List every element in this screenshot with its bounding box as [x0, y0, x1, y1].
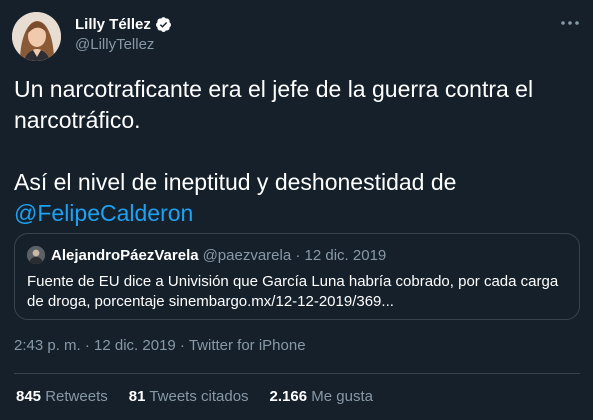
- quoted-author-avatar: [27, 246, 45, 264]
- verified-badge-icon: [155, 16, 172, 33]
- quoted-tweet[interactable]: AlejandroPáezVarela @paezvarela · 12 dic…: [14, 233, 580, 320]
- retweets-label: Retweets: [45, 388, 108, 405]
- quoted-author-name: AlejandroPáezVarela: [51, 246, 199, 264]
- tweet-text-line: Un narcotraficante era el jefe de la gue…: [14, 76, 534, 133]
- tweet-stats: 845 Retweets 81 Tweets citados 2.166 Me …: [16, 388, 394, 405]
- tweet-text-line: Así el nivel de ineptitud y deshonestida…: [14, 169, 457, 195]
- quoted-author-meta: @paezvarela · 12 dic. 2019: [202, 246, 387, 264]
- author-handle[interactable]: @LillyTellez: [75, 36, 154, 53]
- tweet-card: Lilly Téllez @LillyTellez Un narcotrafic…: [0, 0, 593, 420]
- quote-tweets-count: 81: [128, 388, 146, 405]
- quoted-tweet-text: Fuente de EU dice a Univisión que García…: [27, 273, 559, 310]
- retweets-count: 845: [16, 388, 42, 405]
- tweet-timestamp[interactable]: 2:43 p. m. · 12 dic. 2019 · Twitter for …: [14, 337, 306, 354]
- likes-label: Me gusta: [311, 388, 373, 405]
- author-avatar[interactable]: [12, 12, 61, 61]
- quote-tweets-stat[interactable]: 81 Tweets citados: [129, 388, 249, 405]
- quote-tweets-label: Tweets citados: [149, 388, 249, 405]
- more-horizontal-icon[interactable]: [559, 12, 581, 34]
- author-display-name[interactable]: Lilly Téllez: [75, 16, 151, 33]
- mention-link[interactable]: @FelipeCalderon: [14, 200, 193, 226]
- tweet-text: Un narcotraficante era el jefe de la gue…: [14, 74, 574, 229]
- retweets-stat[interactable]: 845 Retweets: [16, 388, 108, 405]
- divider: [14, 373, 580, 374]
- quoted-tweet-header: AlejandroPáezVarela @paezvarela · 12 dic…: [27, 246, 386, 264]
- likes-count: 2.166: [269, 388, 308, 405]
- author-name-row: Lilly Téllez: [75, 14, 172, 34]
- likes-stat[interactable]: 2.166 Me gusta: [270, 388, 373, 405]
